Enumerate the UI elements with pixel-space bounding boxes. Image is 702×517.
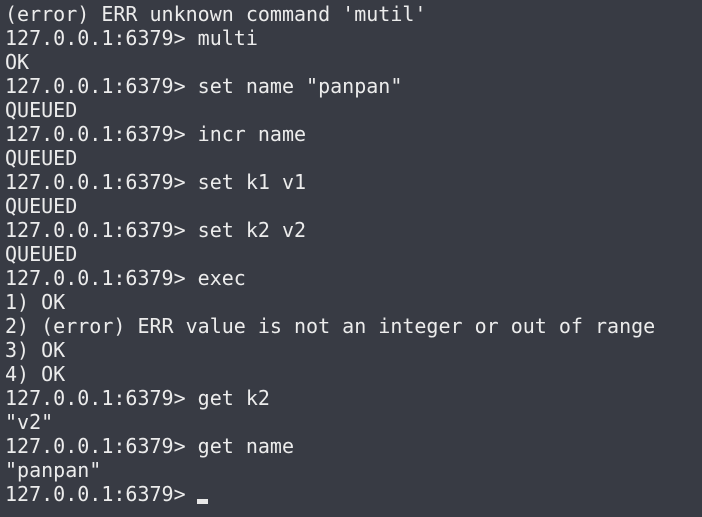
output-line-v2: "v2" bbox=[5, 410, 54, 434]
command-line-multi: 127.0.0.1:6379> multi bbox=[5, 26, 258, 50]
text-cursor bbox=[196, 498, 208, 504]
output-line-error-unknown-command: (error) ERR unknown command 'mutil' bbox=[5, 2, 427, 26]
output-line-queued: QUEUED bbox=[5, 146, 78, 170]
command-line-set-k1: 127.0.0.1:6379> set k1 v1 bbox=[5, 170, 307, 194]
output-line-queued: QUEUED bbox=[5, 194, 78, 218]
command-line-get-name: 127.0.0.1:6379> get name bbox=[5, 434, 294, 458]
terminal-window[interactable]: (error) ERR unknown command 'mutil' 127.… bbox=[0, 0, 702, 517]
output-line-exec-result-1: 1) OK bbox=[5, 290, 66, 314]
output-line-exec-result-4: 4) OK bbox=[5, 362, 66, 386]
command-line-set-k2: 127.0.0.1:6379> set k2 v2 bbox=[5, 218, 307, 242]
output-line-exec-result-3: 3) OK bbox=[5, 338, 66, 362]
command-line-set-name: 127.0.0.1:6379> set name "panpan" bbox=[5, 74, 403, 98]
command-line-exec: 127.0.0.1:6379> exec bbox=[5, 266, 246, 290]
prompt-text: 127.0.0.1:6379> bbox=[5, 482, 186, 506]
output-line-queued: QUEUED bbox=[5, 242, 78, 266]
command-line-get-k2: 127.0.0.1:6379> get k2 bbox=[5, 386, 270, 410]
command-line-incr-name: 127.0.0.1:6379> incr name bbox=[5, 122, 307, 146]
active-prompt-line[interactable]: 127.0.0.1:6379> bbox=[5, 482, 702, 506]
output-line-exec-result-2: 2) (error) ERR value is not an integer o… bbox=[5, 314, 656, 338]
output-line-queued: QUEUED bbox=[5, 98, 78, 122]
output-line-panpan: "panpan" bbox=[5, 458, 102, 482]
output-line-ok: OK bbox=[5, 50, 30, 74]
